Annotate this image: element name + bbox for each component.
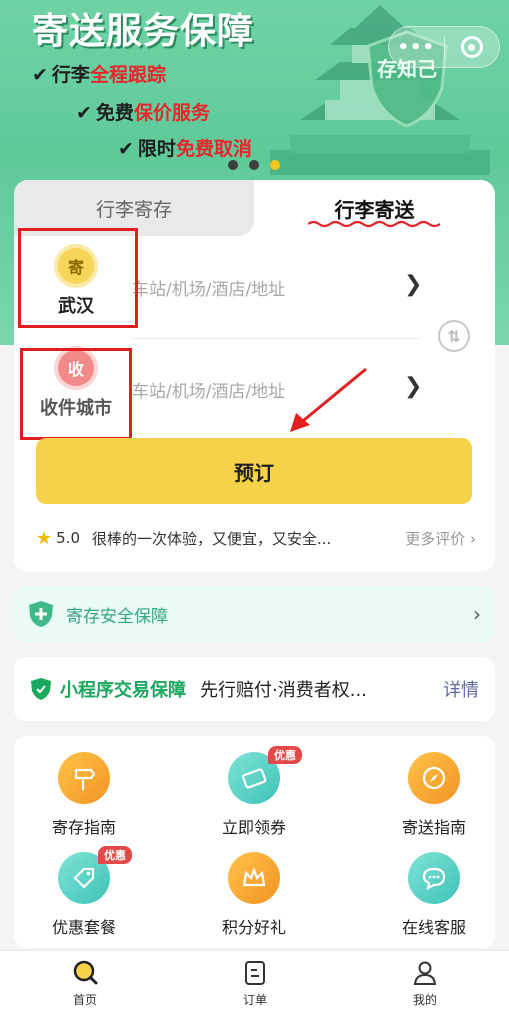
service-discount-package[interactable]: 优惠 优惠套餐 bbox=[14, 846, 154, 938]
nav-orders[interactable]: 订单 bbox=[210, 959, 300, 1008]
storage-safety-bar[interactable]: 寄存安全保障 › bbox=[14, 586, 495, 642]
more-reviews-link[interactable]: 更多评价 › bbox=[405, 528, 476, 549]
review-text: 很棒的一次体验，又便宜，又安全... bbox=[92, 529, 332, 548]
service-get-coupon[interactable]: 优惠 立即领券 bbox=[184, 746, 324, 838]
services-grid: 寄存指南 优惠 立即领券 寄送指南 优惠 优惠套餐 积分好礼 在线客服 bbox=[14, 736, 495, 948]
guarantee-title: 小程序交易保障 bbox=[60, 680, 186, 701]
book-button[interactable]: 预订 bbox=[36, 438, 472, 504]
safety-label: 寄存安全保障 bbox=[66, 606, 168, 627]
transaction-guarantee-bar[interactable]: 小程序交易保障 先行赔付·消费者权... 详情 bbox=[14, 657, 495, 721]
banner-title: 寄送服务保障 bbox=[32, 11, 255, 52]
row-divider bbox=[132, 338, 420, 339]
annotation-box-receiver bbox=[20, 348, 132, 440]
annotation-box-sender bbox=[18, 228, 138, 328]
bottom-tab-bar: 首页 订单 我的 bbox=[0, 950, 509, 1024]
price-tag-icon: 优惠 bbox=[58, 846, 132, 904]
sender-address-field[interactable]: 车站/机场/酒店/地址 bbox=[132, 275, 285, 300]
nav-profile[interactable]: 我的 bbox=[380, 959, 470, 1008]
review-score: 5.0 bbox=[56, 529, 80, 547]
guarantee-details-link[interactable]: 详情 bbox=[443, 676, 479, 702]
check-icon: ✔ bbox=[118, 138, 134, 160]
miniprogram-capsule: ••• bbox=[388, 26, 500, 68]
service-label: 优惠套餐 bbox=[51, 918, 116, 937]
chevron-right-icon: ❯ bbox=[404, 272, 423, 297]
review-summary[interactable]: ★ 5.0 很棒的一次体验，又便宜，又安全... 更多评价 › bbox=[36, 526, 476, 550]
service-delivery-guide[interactable]: 寄送指南 bbox=[364, 752, 504, 838]
chat-icon bbox=[408, 852, 460, 904]
carousel-indicator bbox=[228, 160, 280, 170]
feature-tracking: ✔ 行李全程跟踪 bbox=[32, 64, 166, 86]
chevron-right-icon: › bbox=[473, 602, 481, 626]
guarantee-shield-icon bbox=[31, 678, 51, 700]
service-label: 在线客服 bbox=[401, 918, 466, 937]
check-icon: ✔ bbox=[76, 102, 92, 124]
target-icon bbox=[460, 36, 483, 58]
carousel-dot-active bbox=[270, 160, 280, 170]
service-label: 立即领券 bbox=[221, 818, 286, 837]
nav-label: 首页 bbox=[72, 993, 97, 1007]
receiver-address-field[interactable]: 车站/机场/酒店/地址 bbox=[132, 377, 285, 402]
guarantee-description: 先行赔付·消费者权... bbox=[200, 680, 367, 701]
close-miniprogram-button[interactable] bbox=[444, 36, 499, 58]
service-online-support[interactable]: 在线客服 bbox=[364, 852, 504, 938]
compass-icon bbox=[408, 752, 460, 804]
chevron-right-icon: ❯ bbox=[404, 374, 423, 399]
shield-plus-icon bbox=[29, 601, 53, 627]
more-menu-button[interactable]: ••• bbox=[389, 37, 444, 58]
coupon-icon: 优惠 bbox=[228, 746, 302, 804]
nav-home[interactable]: 首页 bbox=[40, 959, 130, 1008]
service-label: 积分好礼 bbox=[221, 918, 286, 937]
booking-card: 行李寄存 行李寄送 寄 武汉 车站/机场/酒店/地址 ❯ ⇅ 收 收件城市 车站… bbox=[14, 180, 495, 572]
nav-label: 订单 bbox=[242, 993, 267, 1007]
feature-insurance: ✔ 免费保价服务 bbox=[76, 102, 210, 124]
active-tab-underline bbox=[308, 220, 440, 228]
service-points-gifts[interactable]: 积分好礼 bbox=[184, 852, 324, 938]
service-storage-guide[interactable]: 寄存指南 bbox=[14, 752, 154, 838]
check-icon: ✔ bbox=[32, 64, 48, 86]
annotation-arrow bbox=[290, 367, 367, 432]
feature-cancel: ✔ 限时免费取消 bbox=[118, 138, 252, 160]
signpost-icon bbox=[58, 752, 110, 804]
star-icon: ★ bbox=[36, 527, 53, 549]
crown-icon bbox=[228, 852, 280, 904]
user-icon bbox=[413, 961, 437, 985]
search-home-icon bbox=[73, 960, 98, 985]
service-label: 寄送指南 bbox=[401, 818, 466, 837]
carousel-dot bbox=[228, 160, 238, 170]
carousel-dot bbox=[249, 160, 259, 170]
service-label: 寄存指南 bbox=[51, 818, 116, 837]
order-icon bbox=[245, 961, 265, 985]
promo-tag: 优惠 bbox=[268, 746, 302, 764]
promo-tag: 优惠 bbox=[98, 846, 132, 864]
nav-label: 我的 bbox=[412, 993, 437, 1007]
